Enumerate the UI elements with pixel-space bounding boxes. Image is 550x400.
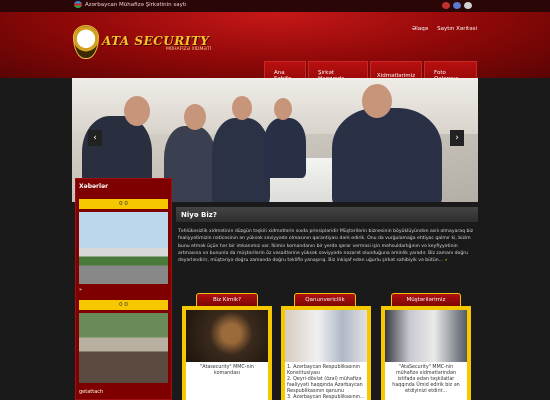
card-legislation[interactable]: 1. Azərbaycan Respublikasının Konstitusi… xyxy=(281,306,371,400)
news-more-link[interactable]: » xyxy=(79,287,82,293)
header-links: Əlaqə Saytın Xəritəsi xyxy=(412,26,477,32)
slider-photo-head xyxy=(124,96,150,126)
contact-link[interactable]: Əlaqə xyxy=(412,26,428,32)
slider-photo-head xyxy=(232,96,252,120)
site-header: ATA SECURITY MÜHAFİZƏ XİDMƏTİ Əlaqə Sayt… xyxy=(0,12,550,90)
site-link-label: Azərbaycan Mühafizə Şirkətinin saytı xyxy=(85,1,187,8)
top-bar: Azərbaycan Mühafizə Şirkətinin saytı xyxy=(0,0,550,12)
slider-photo-head xyxy=(184,104,206,130)
slider-photo-head xyxy=(274,98,292,120)
language-switcher xyxy=(442,2,472,9)
card-about-text: "Atasecurity" MMC-nin komandası xyxy=(186,362,268,400)
why-us-body: Təhlükəsizlik xidmətinin düzgün təşkili … xyxy=(178,229,474,264)
logo-subtitle: MÜHAFİZƏ XİDMƏTİ xyxy=(166,47,211,52)
slider-prev-button[interactable]: ‹ xyxy=(88,130,102,146)
news-panel: Xəbərlər 0 0 » 0 0 getattach xyxy=(75,178,172,400)
news-image[interactable] xyxy=(79,212,168,284)
language-flag-icon[interactable] xyxy=(464,2,472,9)
sitemap-link[interactable]: Saytın Xəritəsi xyxy=(437,26,477,32)
site-link[interactable]: Azərbaycan Mühafizə Şirkətinin saytı xyxy=(74,1,187,8)
card-tab-clients[interactable]: Müştərilərimiz xyxy=(391,293,461,306)
news-date: 0 0 xyxy=(79,300,168,310)
card-clients-text: "AtaSecurity" MMC-nin mühafizə xidmətlər… xyxy=(385,362,467,400)
card-tab-legislation[interactable]: Qanunvericilik xyxy=(294,293,356,306)
language-flag-icon[interactable] xyxy=(442,2,450,9)
why-us-more-link[interactable]: » xyxy=(445,258,448,263)
card-tab-about[interactable]: Biz Kimik? xyxy=(196,293,258,306)
slider-photo-person xyxy=(212,118,270,202)
gavel-image xyxy=(186,310,268,362)
news-date: 0 0 xyxy=(79,199,168,209)
card-clients[interactable]: "AtaSecurity" MMC-nin mühafizə xidmətlər… xyxy=(381,306,471,400)
card-about[interactable]: "Atasecurity" MMC-nin komandası xyxy=(182,306,272,400)
office-image xyxy=(285,310,367,362)
why-us-text: Təhlükəsizlik xidmətinin düzgün təşkili … xyxy=(178,228,478,264)
news-image[interactable] xyxy=(79,313,168,383)
slider-next-button[interactable]: › xyxy=(450,130,464,146)
logo-shield-icon[interactable] xyxy=(73,25,99,59)
language-flag-icon[interactable] xyxy=(453,2,461,9)
news-footer-link[interactable]: getattach xyxy=(79,389,103,395)
clients-image xyxy=(385,310,467,362)
logo-title[interactable]: ATA SECURITY xyxy=(102,34,209,48)
news-title: Xəbərlər xyxy=(79,183,109,190)
slider-photo-person xyxy=(264,118,306,178)
azerbaijan-flag-icon xyxy=(74,1,82,8)
slider-photo-person xyxy=(332,108,442,202)
why-us-heading: Niyə Biz? xyxy=(176,207,478,222)
card-legislation-text: 1. Azərbaycan Respublikasının Konstitusi… xyxy=(285,362,367,400)
slider-photo-head xyxy=(362,84,392,118)
